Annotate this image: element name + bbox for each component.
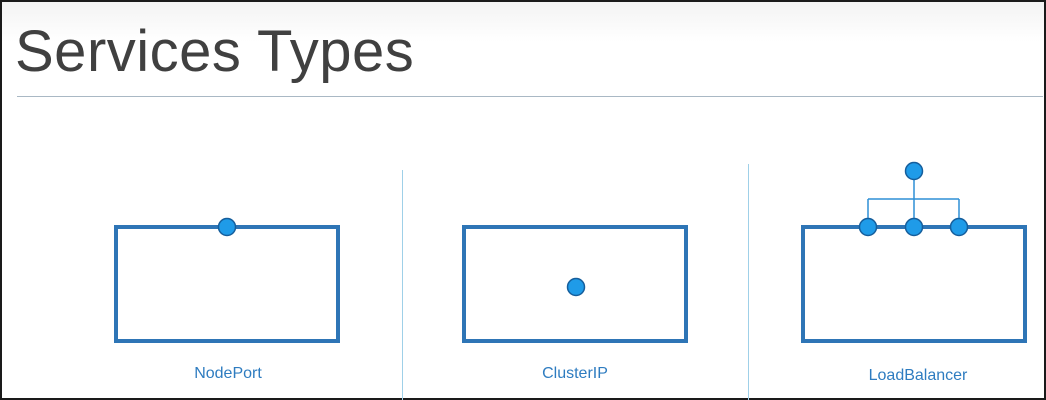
loadbalancer-port-circle-3: [949, 217, 969, 237]
nodeport-node-box: [114, 225, 340, 343]
loadbalancer-port-circle-1: [858, 217, 878, 237]
clusterip-label: ClusterIP: [542, 365, 608, 382]
nodeport-label: NodePort: [194, 365, 262, 382]
service-types-diagram: [114, 161, 1027, 343]
loadbalancer-node-box: [801, 225, 1027, 343]
clusterip-internal-ip-circle: [566, 277, 586, 297]
loadbalancer-external-ip-circle: [904, 161, 924, 181]
nodeport-port-circle: [217, 217, 237, 237]
slide: Services Types NodePort ClusterIP LoadBa…: [0, 0, 1046, 400]
loadbalancer-label: LoadBalancer: [868, 367, 968, 384]
nodeport-diagram: [114, 217, 340, 343]
loadbalancer-port-circle-2: [904, 217, 924, 237]
clusterip-diagram: [462, 225, 688, 343]
loadbalancer-diagram: [801, 161, 1027, 343]
